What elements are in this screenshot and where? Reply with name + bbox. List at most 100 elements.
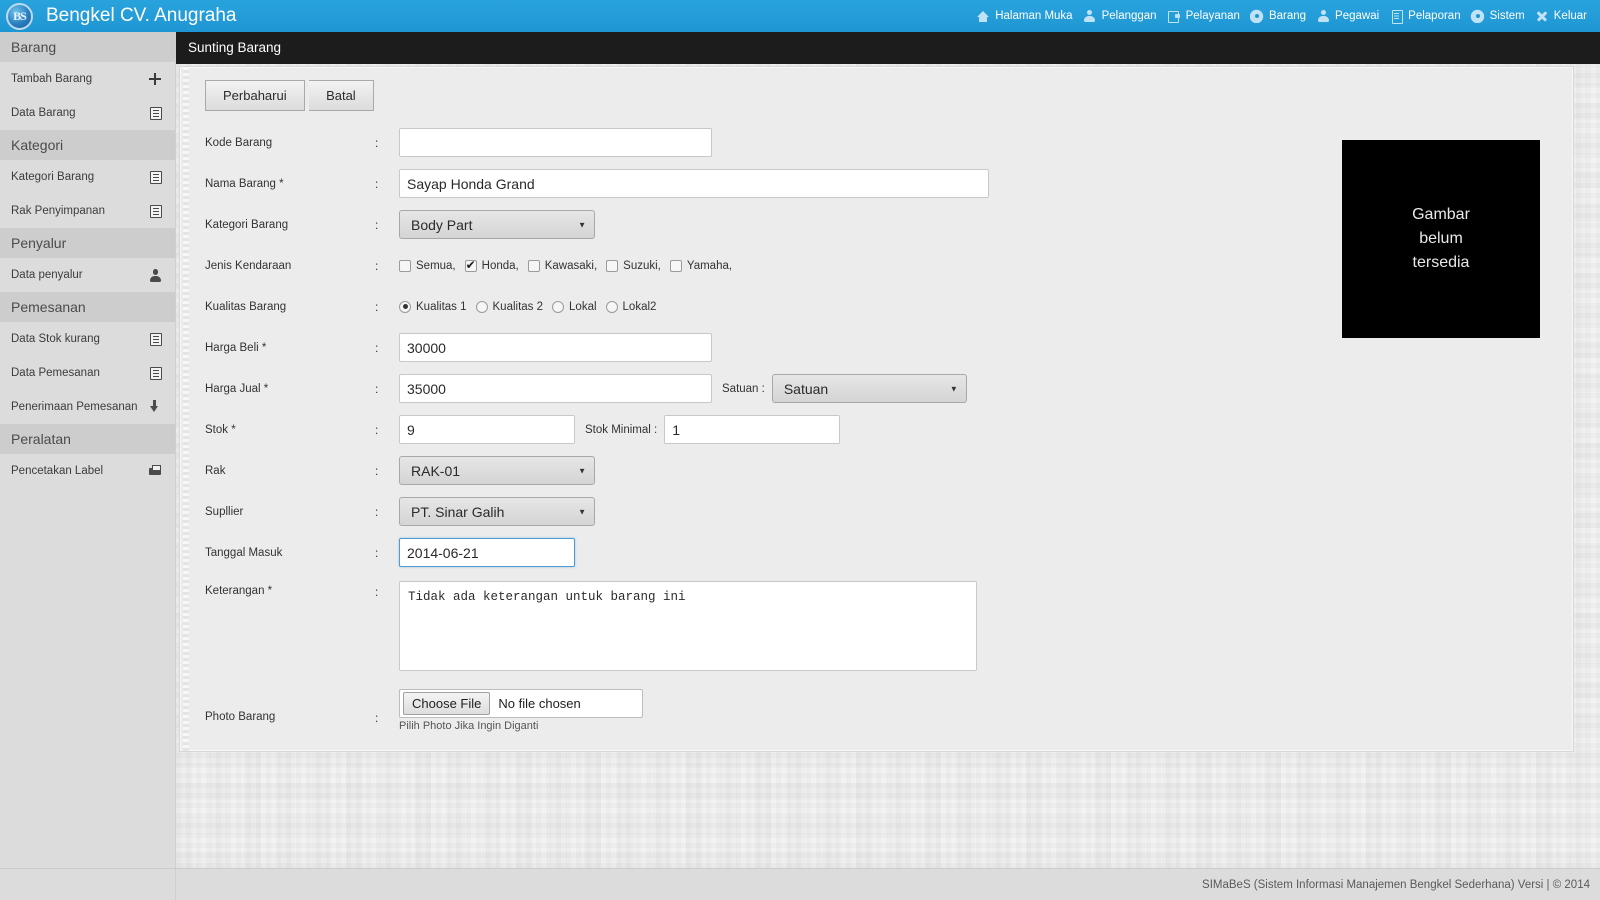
list-icon [150,204,162,218]
photo-file-input[interactable]: Choose File No file chosen [399,689,643,718]
label-kualitas-barang: Kualitas Barang [205,300,287,313]
supllier-select[interactable]: PT. Sinar Galih [399,497,595,526]
app-logo-icon: BS [6,2,33,30]
satuan-select[interactable]: Satuan [771,374,967,403]
checkbox-yamaha[interactable]: Yamaha, [669,259,733,272]
radio-lokal2-input[interactable] [605,300,618,313]
radio-lokal[interactable]: Lokal [552,300,597,313]
plus-icon [148,72,162,86]
sidebar-item-data-penyalur[interactable]: Data penyalur [0,258,175,292]
sidebar-item-pencetakan-label[interactable]: Pencetakan Label [0,454,175,488]
jenis-kendaraan-checkbox-group: Semua, Honda, Kawasaki, Suzuki, Yamaha, [399,258,741,272]
report-icon [1389,9,1403,24]
nav-item-pelayanan[interactable]: Pelayanan [1162,9,1245,23]
sidebar-group-title-peralatan: Peralatan [0,424,175,454]
harga-beli-input[interactable] [399,333,712,362]
colon: : [375,135,379,150]
colon: : [375,381,379,396]
label-rak: Rak [205,464,226,477]
radio-kualitas-1-input[interactable] [399,300,411,313]
person-icon [1083,9,1097,23]
keterangan-textarea[interactable]: Tidak ada keterangan untuk barang ini [399,581,977,671]
list-icon [150,106,162,120]
radio-label: Lokal2 [622,300,657,313]
footer: SIMaBeS (Sistem Informasi Manajemen Beng… [176,868,1600,900]
radio-kualitas-2[interactable]: Kualitas 2 [475,300,543,313]
nama-barang-input[interactable] [399,169,989,198]
sidebar-group-title-penyalur: Penyalur [0,228,175,258]
checkbox-honda[interactable]: Honda, [464,258,519,272]
sidebar-item-data-stok-kurang[interactable]: Data Stok kurang [0,322,175,356]
checkbox-semua[interactable]: Semua, [399,259,456,272]
checkbox-suzuki[interactable]: Suzuki, [606,259,661,272]
nav-label: Halaman Muka [995,10,1073,22]
label-kode-barang: Kode Barang [205,136,273,149]
label-harga-jual: Harga Jual * [205,382,269,395]
colon: : [375,258,379,273]
sidebar-group-title-barang: Barang [0,32,175,62]
kategori-barang-select[interactable]: Body Part [399,210,595,239]
rak-select[interactable]: RAK-01 [399,456,595,485]
nav-item-pelaporan[interactable]: Pelaporan [1384,9,1465,24]
checkbox-yamaha-input[interactable] [669,259,682,272]
sidebar-item-tambah-barang[interactable]: Tambah Barang [0,62,175,96]
kode-barang-input[interactable] [399,128,712,157]
choose-file-button[interactable]: Choose File [403,692,491,715]
perbaharui-button[interactable]: Perbaharui [205,80,305,111]
row-keterangan: Keterangan * : Tidak ada keterangan untu… [180,573,1573,677]
nav-item-keluar[interactable]: Keluar [1530,9,1592,23]
row-harga-jual: Harga Jual * : Satuan : Satuan [180,368,1573,409]
row-tanggal-masuk: Tanggal Masuk : [180,532,1573,573]
nav-item-pelanggan[interactable]: Pelanggan [1078,9,1162,23]
sidebar-item-kategori-barang[interactable]: Kategori Barang [0,160,175,194]
file-status-text: No file chosen [498,696,581,711]
colon: : [375,217,379,232]
radio-lokal2[interactable]: Lokal2 [605,300,657,313]
nav-label: Pegawai [1335,10,1380,22]
sidebar-item-label: Data Stok kurang [11,333,100,345]
tanggal-masuk-input[interactable] [399,538,575,567]
checkbox-label: Semua, [416,259,456,272]
checkbox-label: Yamaha, [686,259,733,272]
nav-label: Keluar [1553,10,1587,22]
radio-kualitas-1[interactable]: Kualitas 1 [399,300,467,313]
checkbox-suzuki-input[interactable] [606,259,619,272]
harga-jual-input[interactable] [399,374,712,403]
label-stok-minimal: Stok Minimal : [585,423,658,436]
radio-lokal-input[interactable] [552,300,565,313]
nav-item-halaman-muka[interactable]: Halaman Muka [971,9,1077,23]
sidebar-item-label: Data penyalur [11,269,83,281]
label-photo-barang: Photo Barang [205,711,276,723]
checkbox-kawasaki[interactable]: Kawasaki, [527,259,597,272]
label-harga-beli: Harga Beli * [205,341,267,354]
stok-minimal-input[interactable] [664,415,841,444]
sidebar-item-penerimaan-pemesanan[interactable]: Penerimaan Pemesanan [0,390,175,424]
image-preview-line-3: tersedia [1412,254,1470,271]
radio-kualitas-2-input[interactable] [475,300,488,313]
gear-icon [1471,9,1485,23]
nav-item-barang[interactable]: Barang [1245,9,1311,23]
sidebar-item-data-barang[interactable]: Data Barang [0,96,175,130]
colon: : [375,422,379,437]
sidebar-item-label: Rak Penyimpanan [11,205,105,217]
image-preview-line-2: belum [1419,230,1463,247]
nav-item-sistem[interactable]: Sistem [1466,9,1530,23]
sidebar-item-label: Penerimaan Pemesanan [11,401,138,413]
nav-item-pegawai[interactable]: Pegawai [1311,9,1384,23]
page-title: Sunting Barang [176,32,1600,64]
checkbox-honda-input[interactable] [464,258,477,272]
colon: : [375,711,379,725]
list-icon [150,366,162,380]
footer-text: SIMaBeS (Sistem Informasi Manajemen Beng… [1202,878,1590,891]
colon: : [375,504,379,519]
radio-label: Lokal [569,300,597,313]
sidebar-item-data-pemesanan[interactable]: Data Pemesanan [0,356,175,390]
sidebar-item-rak-penyimpanan[interactable]: Rak Penyimpanan [0,194,175,228]
label-kategori-barang: Kategori Barang [205,218,289,231]
kualitas-barang-radio-group: Kualitas 1 Kualitas 2 Lokal Lokal2 [399,300,665,313]
top-navigation: Halaman Muka Pelanggan Pelayanan Barang … [971,9,1600,24]
batal-button[interactable]: Batal [309,80,374,111]
checkbox-kawasaki-input[interactable] [527,259,540,272]
checkbox-semua-input[interactable] [399,259,411,272]
stok-input[interactable] [399,415,575,444]
